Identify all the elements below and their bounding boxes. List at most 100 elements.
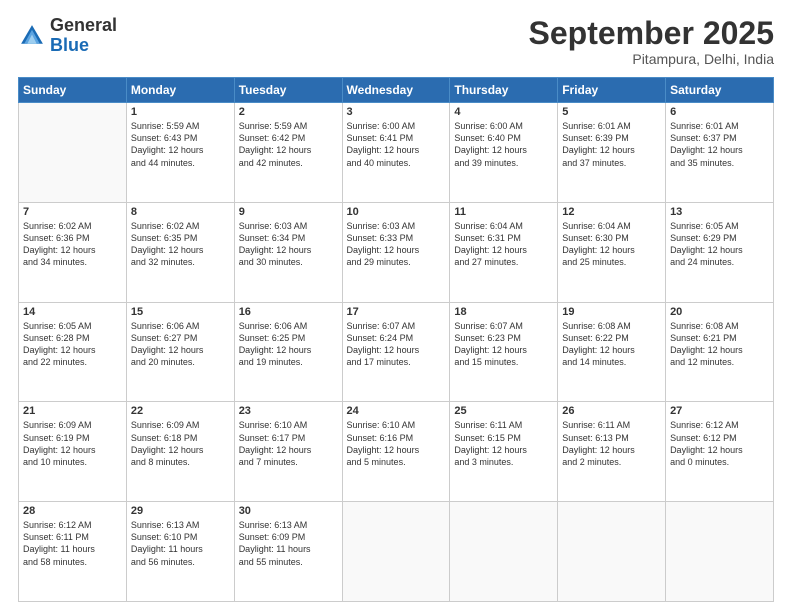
table-row: 10Sunrise: 6:03 AMSunset: 6:33 PMDayligh… xyxy=(342,202,450,302)
table-row: 15 Sunrise: 6:06 AMSunset: 6:27 PMDayligh… xyxy=(126,302,234,402)
day-detail: Sunrise: 6:06 AMSunset: 6:27 PMDaylight:… xyxy=(131,320,230,369)
day-number: 12 xyxy=(562,206,661,218)
day-number: 15 xyxy=(131,306,230,318)
day-number: 18 xyxy=(454,306,553,318)
table-row: 24 Sunrise: 6:10 AMSunset: 6:16 PMDayligh… xyxy=(342,402,450,502)
day-number: 23 xyxy=(239,405,338,417)
day-detail: Sunrise: 6:09 AMSunset: 6:19 PMDaylight:… xyxy=(23,419,122,468)
day-number: 27 xyxy=(670,405,769,417)
logo-blue: Blue xyxy=(50,35,89,55)
location: Pitampura, Delhi, India xyxy=(529,51,774,67)
day-detail: Sunrise: 6:10 AMSunset: 6:17 PMDaylight:… xyxy=(239,419,338,468)
table-row: 19 Sunrise: 6:08 AMSunset: 6:22 PMDayligh… xyxy=(558,302,666,402)
day-number: 11 xyxy=(454,206,553,218)
day-number: 26 xyxy=(562,405,661,417)
logo: General Blue xyxy=(18,16,117,56)
col-wednesday: Wednesday xyxy=(342,78,450,103)
day-detail: Sunrise: 5:59 AMSunset: 6:42 PMDaylight:… xyxy=(239,120,338,169)
day-number: 1 xyxy=(131,106,230,118)
table-row: 17 Sunrise: 6:07 AMSunset: 6:24 PMDayligh… xyxy=(342,302,450,402)
table-row: 8Sunrise: 6:02 AMSunset: 6:35 PMDaylight… xyxy=(126,202,234,302)
day-number: 24 xyxy=(347,405,446,417)
calendar-table: Sunday Monday Tuesday Wednesday Thursday… xyxy=(18,77,774,602)
header: General Blue September 2025 Pitampura, D… xyxy=(18,16,774,67)
table-row: 21 Sunrise: 6:09 AMSunset: 6:19 PMDayligh… xyxy=(19,402,127,502)
table-row: 7 Sunrise: 6:02 AMSunset: 6:36 PMDaylight… xyxy=(19,202,127,302)
day-detail: Sunrise: 6:09 AMSunset: 6:18 PMDaylight:… xyxy=(131,419,230,468)
table-row: 5 Sunrise: 6:01 AMSunset: 6:39 PMDaylight… xyxy=(558,103,666,203)
table-row xyxy=(558,502,666,602)
table-row: 16 Sunrise: 6:06 AMSunset: 6:25 PMDayligh… xyxy=(234,302,342,402)
day-number: 30 xyxy=(239,505,338,517)
day-detail: Sunrise: 6:08 AMSunset: 6:22 PMDaylight:… xyxy=(562,320,661,369)
day-number: 8 xyxy=(131,206,230,218)
day-detail: Sunrise: 6:00 AMSunset: 6:41 PMDaylight:… xyxy=(347,120,446,169)
day-detail: Sunrise: 6:02 AMSunset: 6:36 PMDaylight:… xyxy=(23,220,122,269)
day-detail: Sunrise: 6:11 AMSunset: 6:15 PMDaylight:… xyxy=(454,419,553,468)
table-row: 4 Sunrise: 6:00 AMSunset: 6:40 PMDaylight… xyxy=(450,103,558,203)
table-row: 29Sunrise: 6:13 AMSunset: 6:10 PMDayligh… xyxy=(126,502,234,602)
table-row xyxy=(19,103,127,203)
table-row: 14Sunrise: 6:05 AMSunset: 6:28 PMDayligh… xyxy=(19,302,127,402)
table-row: 12 Sunrise: 6:04 AMSunset: 6:30 PMDayligh… xyxy=(558,202,666,302)
table-row: 2 Sunrise: 5:59 AMSunset: 6:42 PMDaylight… xyxy=(234,103,342,203)
col-thursday: Thursday xyxy=(450,78,558,103)
table-row: 11Sunrise: 6:04 AMSunset: 6:31 PMDayligh… xyxy=(450,202,558,302)
calendar-week-row: 1 Sunrise: 5:59 AMSunset: 6:43 PMDaylight… xyxy=(19,103,774,203)
day-detail: Sunrise: 6:10 AMSunset: 6:16 PMDaylight:… xyxy=(347,419,446,468)
table-row: 25 Sunrise: 6:11 AMSunset: 6:15 PMDayligh… xyxy=(450,402,558,502)
logo-text: General Blue xyxy=(50,16,117,56)
day-detail: Sunrise: 6:07 AMSunset: 6:24 PMDaylight:… xyxy=(347,320,446,369)
logo-icon xyxy=(18,22,46,50)
day-detail: Sunrise: 6:12 AMSunset: 6:11 PMDaylight:… xyxy=(23,519,122,568)
day-detail: Sunrise: 5:59 AMSunset: 6:43 PMDaylight:… xyxy=(131,120,230,169)
table-row: 18Sunrise: 6:07 AMSunset: 6:23 PMDayligh… xyxy=(450,302,558,402)
col-saturday: Saturday xyxy=(666,78,774,103)
day-number: 17 xyxy=(347,306,446,318)
day-number: 6 xyxy=(670,106,769,118)
table-row xyxy=(342,502,450,602)
day-number: 22 xyxy=(131,405,230,417)
day-detail: Sunrise: 6:01 AMSunset: 6:37 PMDaylight:… xyxy=(670,120,769,169)
day-number: 16 xyxy=(239,306,338,318)
table-row: 3 Sunrise: 6:00 AMSunset: 6:41 PMDaylight… xyxy=(342,103,450,203)
day-detail: Sunrise: 6:11 AMSunset: 6:13 PMDaylight:… xyxy=(562,419,661,468)
table-row: 30 Sunrise: 6:13 AMSunset: 6:09 PMDayligh… xyxy=(234,502,342,602)
day-number: 28 xyxy=(23,505,122,517)
table-row: 27Sunrise: 6:12 AMSunset: 6:12 PMDayligh… xyxy=(666,402,774,502)
day-number: 9 xyxy=(239,206,338,218)
day-detail: Sunrise: 6:04 AMSunset: 6:30 PMDaylight:… xyxy=(562,220,661,269)
page: General Blue September 2025 Pitampura, D… xyxy=(0,0,792,612)
col-sunday: Sunday xyxy=(19,78,127,103)
day-number: 5 xyxy=(562,106,661,118)
day-number: 29 xyxy=(131,505,230,517)
day-number: 13 xyxy=(670,206,769,218)
col-tuesday: Tuesday xyxy=(234,78,342,103)
calendar-week-row: 28 Sunrise: 6:12 AMSunset: 6:11 PMDayligh… xyxy=(19,502,774,602)
day-number: 25 xyxy=(454,405,553,417)
col-friday: Friday xyxy=(558,78,666,103)
day-detail: Sunrise: 6:05 AMSunset: 6:29 PMDaylight:… xyxy=(670,220,769,269)
day-number: 7 xyxy=(23,206,122,218)
day-detail: Sunrise: 6:13 AMSunset: 6:09 PMDaylight:… xyxy=(239,519,338,568)
day-number: 3 xyxy=(347,106,446,118)
day-number: 2 xyxy=(239,106,338,118)
month-title: September 2025 xyxy=(529,16,774,51)
day-detail: Sunrise: 6:08 AMSunset: 6:21 PMDaylight:… xyxy=(670,320,769,369)
day-detail: Sunrise: 6:05 AMSunset: 6:28 PMDaylight:… xyxy=(23,320,122,369)
logo-general: General xyxy=(50,15,117,35)
table-row: 22 Sunrise: 6:09 AMSunset: 6:18 PMDayligh… xyxy=(126,402,234,502)
table-row: 26 Sunrise: 6:11 AMSunset: 6:13 PMDayligh… xyxy=(558,402,666,502)
day-detail: Sunrise: 6:06 AMSunset: 6:25 PMDaylight:… xyxy=(239,320,338,369)
table-row: 28 Sunrise: 6:12 AMSunset: 6:11 PMDayligh… xyxy=(19,502,127,602)
day-number: 19 xyxy=(562,306,661,318)
table-row xyxy=(450,502,558,602)
day-detail: Sunrise: 6:00 AMSunset: 6:40 PMDaylight:… xyxy=(454,120,553,169)
day-number: 21 xyxy=(23,405,122,417)
day-detail: Sunrise: 6:01 AMSunset: 6:39 PMDaylight:… xyxy=(562,120,661,169)
table-row: 13 Sunrise: 6:05 AMSunset: 6:29 PMDayligh… xyxy=(666,202,774,302)
day-number: 4 xyxy=(454,106,553,118)
table-row: 20Sunrise: 6:08 AMSunset: 6:21 PMDayligh… xyxy=(666,302,774,402)
day-number: 10 xyxy=(347,206,446,218)
calendar-header-row: Sunday Monday Tuesday Wednesday Thursday… xyxy=(19,78,774,103)
